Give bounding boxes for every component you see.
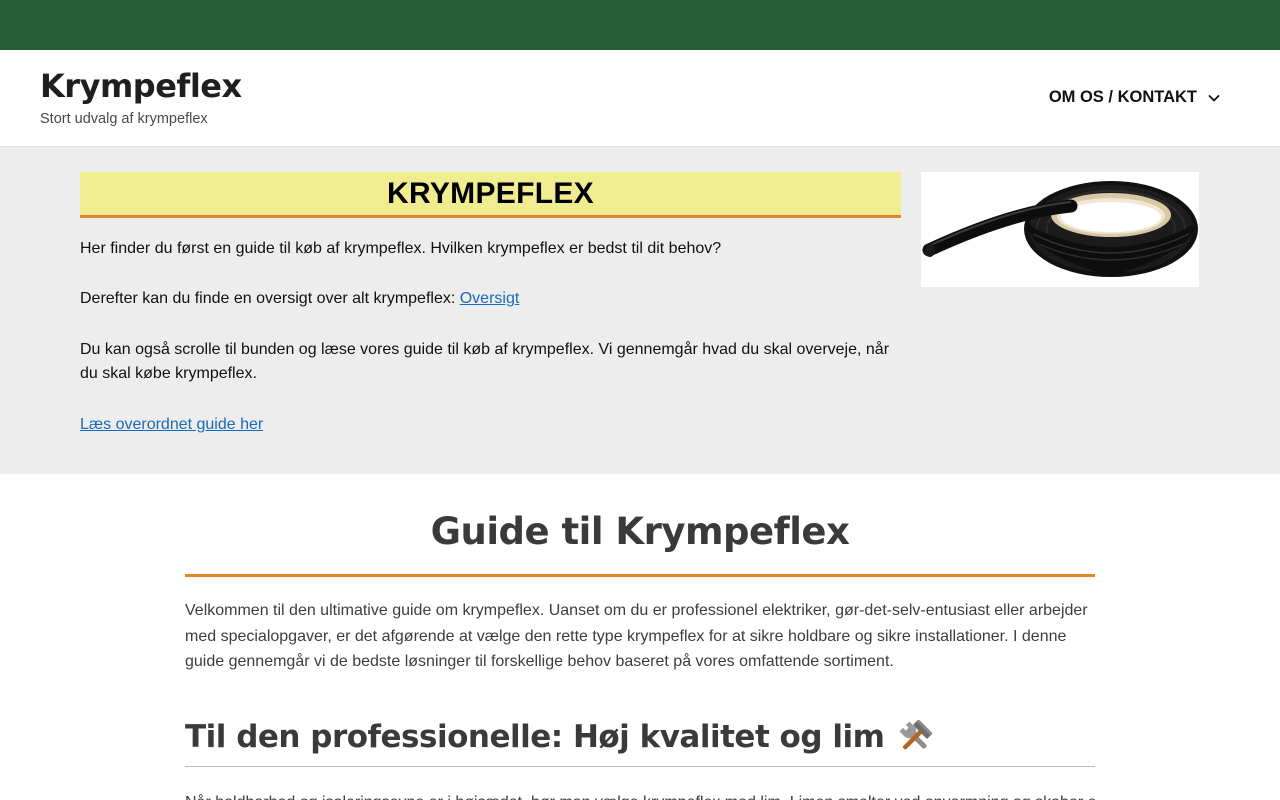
site-tagline: Stort udvalg af krympeflex bbox=[40, 111, 208, 127]
guide-intro-paragraph: Velkommen til den ultimative guide om kr… bbox=[185, 602, 1088, 670]
product-image-heat-shrink-roll bbox=[921, 172, 1199, 287]
site-header: Krympeflex Stort udvalg af krympeflex OM… bbox=[0, 50, 1280, 147]
intro-paragraph-1: Her finder du først en guide til køb af … bbox=[80, 240, 722, 257]
intro-heading-box: KRYMPEFLEX bbox=[80, 172, 901, 218]
intro-paragraph-4: Læs overordnet guide her bbox=[80, 413, 901, 437]
site-title[interactable]: Krympeflex bbox=[40, 67, 242, 105]
nav-item-label: OM OS / KONTAKT bbox=[1048, 88, 1197, 106]
chevron-down-icon bbox=[1208, 94, 1220, 101]
guide-title-divider bbox=[185, 574, 1095, 577]
section-heading-divider bbox=[185, 766, 1095, 767]
oversigt-link[interactable]: Oversigt bbox=[460, 290, 520, 307]
intro-section: KRYMPEFLEX Her finder du først en guide … bbox=[0, 147, 1280, 474]
intro-paragraph-2-text: Derefter kan du finde en oversigt over a… bbox=[80, 290, 460, 307]
intro-heading: KRYMPEFLEX bbox=[387, 176, 594, 210]
guide-title: Guide til Krympeflex bbox=[430, 510, 850, 553]
intro-paragraph-3: Du kan også scrolle til bunden og læse v… bbox=[80, 341, 890, 382]
top-bar bbox=[0, 0, 1280, 50]
heat-shrink-roll-image bbox=[922, 181, 1198, 277]
section-heading-professional: Til den professionelle: Høj kvalitet og … bbox=[185, 718, 1095, 756]
section-heading-text: Til den professionelle: Høj kvalitet og … bbox=[185, 719, 885, 755]
intro-paragraph-2: Derefter kan du finde en oversigt over a… bbox=[80, 287, 901, 311]
nav-om-os-kontakt[interactable]: OM OS / KONTAKT bbox=[1049, 88, 1223, 107]
hammer-and-wrench-icon bbox=[899, 719, 933, 750]
section-professional-paragraph: Når holdbarhed og isoleringsevne er i hø… bbox=[185, 790, 1097, 800]
overordnet-guide-link[interactable]: Læs overordnet guide her bbox=[80, 416, 263, 433]
